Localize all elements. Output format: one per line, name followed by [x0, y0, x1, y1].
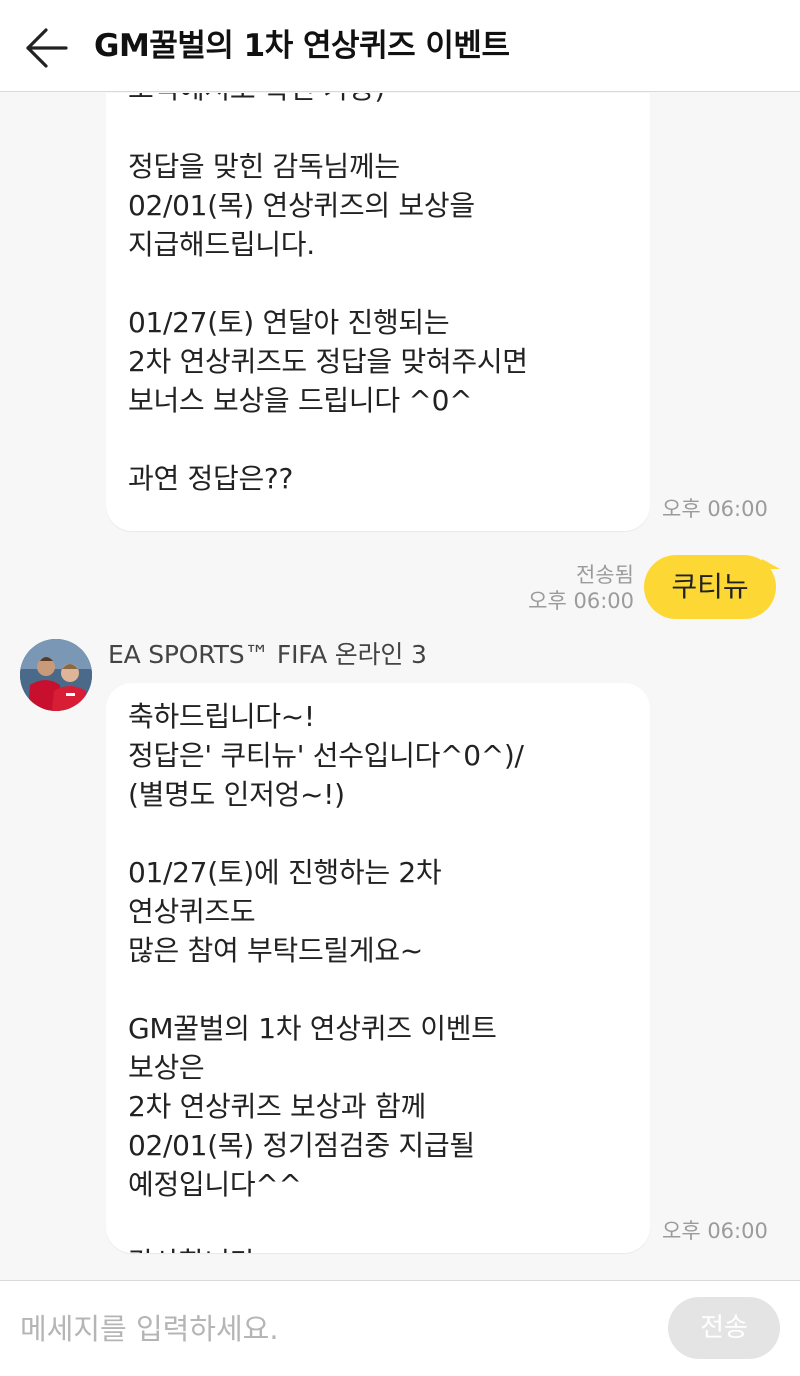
arrow-left-icon — [26, 28, 68, 68]
avatar[interactable] — [20, 639, 92, 711]
message-input-bar: 전송 — [0, 1280, 800, 1376]
message-time: 오후 06:00 — [662, 1219, 768, 1243]
back-button[interactable] — [22, 26, 70, 70]
message-time: 오후 06:00 — [662, 497, 768, 521]
message-bubble: 소식에서도 확인 가능) 정답을 맞힌 감독님께는 02/01(목) 연상퀴즈의… — [106, 93, 650, 531]
chat-area[interactable]: 소식에서도 확인 가능) 정답을 맞힌 감독님께는 02/01(목) 연상퀴즈의… — [0, 93, 800, 1280]
app-header: GM꿀벌의 1차 연상퀴즈 이벤트 — [0, 0, 800, 92]
message-text: 축하드립니다~! 정답은' 쿠티뉴' 선수입니다^0^)/ (별명도 인저엉~!… — [128, 700, 524, 1253]
soccer-players-avatar — [20, 639, 92, 711]
page-title: GM꿀벌의 1차 연상퀴즈 이벤트 — [94, 28, 510, 64]
message-input[interactable] — [20, 1301, 640, 1357]
send-button[interactable]: 전송 — [668, 1297, 780, 1359]
message-bubble: 축하드립니다~! 정답은' 쿠티뉴' 선수입니다^0^)/ (별명도 인저엉~!… — [106, 683, 650, 1253]
my-message-bubble: 쿠티뉴 — [644, 555, 776, 619]
message-text: 소식에서도 확인 가능) 정답을 맞힌 감독님께는 02/01(목) 연상퀴즈의… — [128, 93, 528, 495]
sender-name: EA SPORTS™ FIFA 온라인 3 — [108, 640, 427, 669]
message-time: 오후 06:00 — [528, 589, 634, 613]
